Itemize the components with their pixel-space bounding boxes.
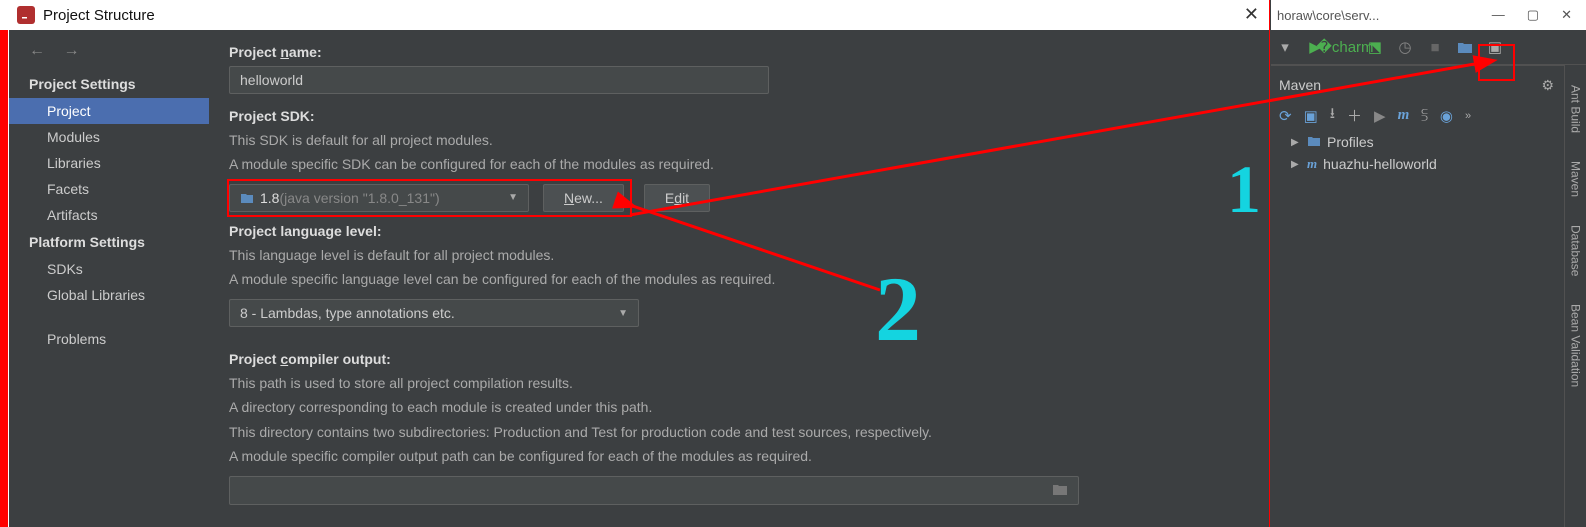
- maven-project-label: huazhu-helloworld: [1323, 156, 1437, 172]
- section-platform-settings: Platform Settings: [9, 228, 209, 256]
- gear-icon[interactable]: ⚙: [1541, 77, 1554, 94]
- sidebar-item-libraries[interactable]: Libraries: [9, 150, 209, 176]
- out-desc-4: A module specific compiler output path c…: [229, 446, 1249, 466]
- profile-icon[interactable]: ◷: [1397, 39, 1413, 55]
- out-desc-3: This directory contains two subdirectori…: [229, 422, 1249, 442]
- settings-sidebar: ← → Project Settings Project Modules Lib…: [9, 30, 209, 527]
- sidebar-item-artifacts[interactable]: Artifacts: [9, 202, 209, 228]
- gutter-bean[interactable]: Bean Validation: [1569, 304, 1583, 387]
- sidebar-item-facets[interactable]: Facets: [9, 176, 209, 202]
- window-close-icon[interactable]: ✕: [1561, 7, 1572, 23]
- add-folder-icon[interactable]: ▣: [1304, 107, 1318, 125]
- stop-icon[interactable]: ■: [1427, 39, 1443, 55]
- nav-back-icon[interactable]: ←: [29, 42, 45, 59]
- compiler-output-input[interactable]: [229, 476, 1079, 505]
- lang-desc-2: A module specific language level can be …: [229, 269, 1249, 289]
- tree-expand-icon: ▶: [1291, 137, 1301, 148]
- language-level-label: Project language level:: [229, 223, 1249, 239]
- maven-m-icon[interactable]: m: [1398, 107, 1410, 124]
- annotation-number-1: 1: [1227, 150, 1261, 229]
- right-tool-gutter: Ant Build Maven Database Bean Validation: [1564, 65, 1586, 527]
- add-icon[interactable]: ＋: [1347, 105, 1362, 126]
- profiles-label: Profiles: [1327, 134, 1374, 150]
- chevron-right-icon[interactable]: »: [1465, 110, 1471, 122]
- project-sdk-combo[interactable]: 1.8 (java version "1.8.0_131") ▼: [229, 184, 529, 212]
- run-maven-icon[interactable]: ▶: [1374, 107, 1386, 125]
- ide-toolbar: ▾ ▶ �charm ⬔ ◷ ■ ▣: [1271, 30, 1586, 65]
- skip-tests-icon[interactable]: ⫓: [1421, 107, 1428, 124]
- maven-project-node[interactable]: ▶ m huazhu-helloworld: [1279, 153, 1578, 175]
- sidebar-item-problems[interactable]: Problems: [9, 326, 209, 352]
- ide-titlebar: horaw\core\serv... — ▢ ✕: [1271, 0, 1586, 30]
- jdk-folder-icon: [240, 191, 254, 205]
- language-level-value: 8 - Lambdas, type annotations etc.: [240, 305, 455, 321]
- maven-tool-window: Maven ⚙ — ⟳ ▣ ⭳ ＋ ▶ m ⫓ ◉ » ▶ Profiles ▶…: [1271, 65, 1586, 179]
- chevron-down-icon: ▼: [618, 308, 628, 319]
- ide-title-path: horaw\core\serv...: [1277, 8, 1379, 23]
- tree-expand-icon: ▶: [1291, 159, 1301, 170]
- sdk-version: (java version "1.8.0_131"): [279, 190, 439, 206]
- debug-icon[interactable]: �charm: [1337, 39, 1353, 55]
- sdk-name: 1.8: [260, 190, 279, 206]
- project-name-label: Project name:: [229, 44, 1249, 60]
- download-icon[interactable]: ⭳: [1330, 103, 1335, 128]
- sdk-desc-2: A module specific SDK can be configured …: [229, 154, 1249, 174]
- gutter-maven[interactable]: Maven: [1569, 161, 1583, 197]
- dialog-title: Project Structure: [43, 7, 155, 24]
- compiler-output-label: Project compiler output:: [229, 351, 1249, 367]
- sidebar-item-global-libs[interactable]: Global Libraries: [9, 282, 209, 308]
- project-name-input[interactable]: helloworld: [229, 66, 769, 94]
- out-desc-1: This path is used to store all project c…: [229, 373, 1249, 393]
- profiles-folder-icon: [1307, 134, 1321, 150]
- new-sdk-button[interactable]: New...: [543, 184, 624, 212]
- dropdown-caret-icon[interactable]: ▾: [1277, 39, 1293, 55]
- lang-desc-1: This language level is default for all p…: [229, 245, 1249, 265]
- annotation-red-left-line: [0, 30, 8, 527]
- browse-folder-icon[interactable]: [1052, 482, 1068, 499]
- nav-arrows: ← →: [9, 42, 209, 70]
- gutter-ant[interactable]: Ant Build: [1569, 85, 1583, 133]
- sidebar-item-modules[interactable]: Modules: [9, 124, 209, 150]
- dialog-titlebar: Project Structure ✕: [9, 0, 1269, 30]
- maximize-icon[interactable]: ▢: [1527, 7, 1539, 23]
- language-level-combo[interactable]: 8 - Lambdas, type annotations etc. ▼: [229, 299, 639, 327]
- intellij-icon: [17, 6, 35, 24]
- sidebar-item-project[interactable]: Project: [9, 98, 209, 124]
- gutter-database[interactable]: Database: [1569, 225, 1583, 276]
- close-icon[interactable]: ✕: [1244, 4, 1259, 25]
- coverage-icon[interactable]: ⬔: [1367, 39, 1383, 55]
- maven-toolwin-title: Maven: [1279, 77, 1321, 93]
- reimport-icon[interactable]: ⟳: [1279, 107, 1292, 125]
- out-desc-2: A directory corresponding to each module…: [229, 397, 1249, 417]
- project-structure-dialog: Project Structure ✕ ← → Project Settings…: [9, 0, 1270, 527]
- terminal-icon[interactable]: ▣: [1487, 39, 1503, 55]
- offline-icon[interactable]: ◉: [1440, 107, 1453, 125]
- nav-forward-icon[interactable]: →: [63, 42, 79, 59]
- edit-sdk-button[interactable]: Edit: [644, 184, 710, 212]
- sdk-desc-1: This SDK is default for all project modu…: [229, 130, 1249, 150]
- attach-icon[interactable]: [1457, 39, 1473, 55]
- project-sdk-label: Project SDK:: [229, 108, 1249, 124]
- sidebar-item-sdks[interactable]: SDKs: [9, 256, 209, 282]
- maven-project-icon: m: [1307, 156, 1317, 172]
- annotation-number-2: 2: [875, 256, 921, 362]
- chevron-down-icon: ▼: [508, 192, 518, 203]
- maven-toolbar: ⟳ ▣ ⭳ ＋ ▶ m ⫓ ◉ »: [1279, 100, 1578, 131]
- minimize-icon[interactable]: —: [1492, 7, 1505, 23]
- maven-profiles-node[interactable]: ▶ Profiles: [1279, 131, 1578, 153]
- section-project-settings: Project Settings: [9, 70, 209, 98]
- ide-main-window: horaw\core\serv... — ▢ ✕ ▾ ▶ �charm ⬔ ◷ …: [1271, 0, 1586, 527]
- project-settings-panel: Project name: helloworld Project SDK: Th…: [209, 30, 1269, 527]
